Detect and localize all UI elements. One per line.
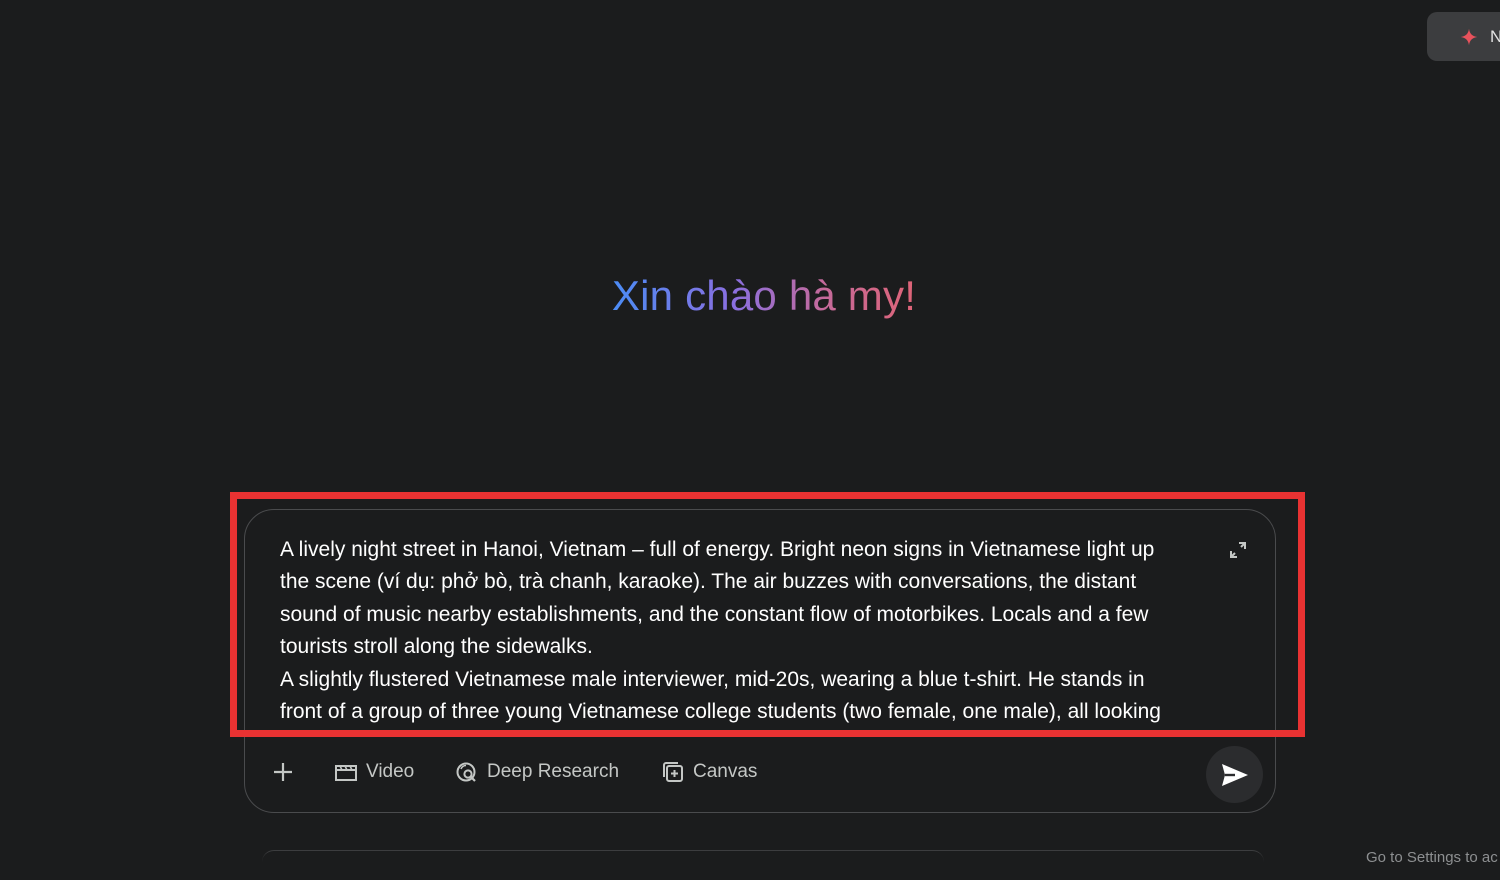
pill-label: N bbox=[1490, 26, 1500, 46]
sparkle-icon bbox=[1460, 28, 1478, 45]
expand-icon bbox=[1230, 542, 1246, 558]
greeting-heading: Xin chào hà my! bbox=[0, 272, 1500, 320]
expand-input-button[interactable] bbox=[1226, 538, 1250, 562]
add-attachment-button[interactable] bbox=[271, 754, 295, 790]
canvas-tool-button[interactable]: Canvas bbox=[661, 754, 757, 790]
video-tool-button[interactable]: Video bbox=[334, 754, 414, 790]
plus-icon bbox=[274, 763, 292, 781]
send-icon bbox=[1221, 763, 1248, 786]
canvas-icon bbox=[663, 762, 683, 782]
top-right-pill-button[interactable]: N bbox=[1427, 12, 1500, 61]
deep-research-tool-label: Deep Research bbox=[487, 761, 620, 782]
greeting-text: Xin chào hà my! bbox=[611, 272, 917, 319]
prompt-input[interactable]: A lively night street in Hanoi, Vietnam … bbox=[280, 534, 1210, 724]
activation-watermark: Go to Settings to ac bbox=[1366, 849, 1498, 866]
canvas-tool-label: Canvas bbox=[693, 761, 758, 782]
video-tool-label: Video bbox=[366, 761, 415, 782]
bottom-divider bbox=[262, 850, 1264, 862]
clapperboard-icon bbox=[335, 765, 357, 781]
send-button[interactable] bbox=[1206, 746, 1263, 803]
composer-toolbar: Video Deep Research Canvas bbox=[245, 746, 1275, 803]
deep-research-tool-button[interactable]: Deep Research bbox=[455, 754, 619, 790]
deep-research-icon bbox=[456, 762, 476, 782]
prompt-composer: A lively night street in Hanoi, Vietnam … bbox=[244, 509, 1276, 813]
